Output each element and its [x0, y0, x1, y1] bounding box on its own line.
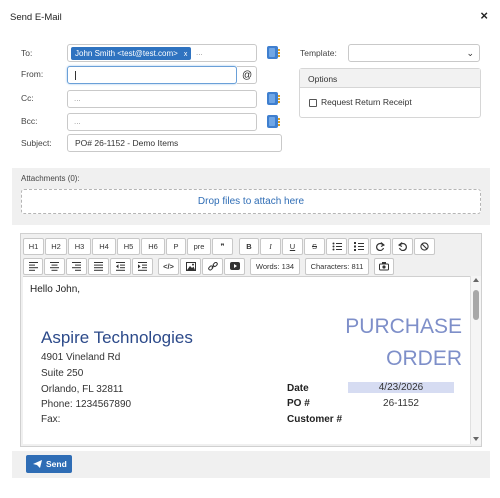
address-book-icon-cc[interactable] — [267, 92, 280, 105]
to-more: ... — [196, 48, 203, 57]
link-icon[interactable] — [202, 258, 223, 275]
cc-field[interactable]: ... — [67, 90, 257, 108]
address-line-1: 4901 Vineland Rd — [41, 352, 121, 363]
date-value: 4/23/2026 — [348, 382, 454, 393]
return-receipt-label[interactable]: Request Return Receipt — [321, 97, 412, 107]
bullet-list-icon[interactable] — [326, 238, 347, 255]
bcc-field[interactable]: ... — [67, 113, 257, 131]
toolbar-strike-button[interactable]: S — [304, 238, 325, 255]
toolbar-h6-button[interactable]: H6 — [141, 238, 165, 255]
from-at-button[interactable]: @ — [237, 66, 257, 84]
toolbar-underline-button[interactable]: U — [282, 238, 303, 255]
from-field[interactable] — [67, 66, 237, 84]
toolbar-paragraph-button[interactable]: P — [166, 238, 186, 255]
image-icon[interactable] — [180, 258, 201, 275]
chevron-down-icon: ⌄ — [466, 48, 474, 58]
toolbar-h2-button[interactable]: H2 — [45, 238, 67, 255]
toolbar-quote-button[interactable]: ❞ — [212, 238, 233, 255]
recipient-chip-label: John Smith <test@test.com> — [75, 49, 178, 58]
address-phone: Phone: 1234567890 — [41, 399, 132, 410]
align-center-icon[interactable] — [44, 258, 65, 275]
attachments-section: Attachments (0): Drop files to attach he… — [12, 168, 490, 225]
po-number-value: 26-1152 — [383, 398, 419, 409]
bcc-placeholder: ... — [74, 117, 81, 126]
to-field[interactable]: John Smith <test@test.com> x ... — [67, 44, 257, 62]
template-select[interactable]: ⌄ — [348, 44, 480, 62]
indent-icon[interactable] — [132, 258, 153, 275]
scroll-down-arrow-icon[interactable] — [473, 437, 479, 441]
at-icon: @ — [242, 70, 253, 81]
remove-recipient-icon[interactable]: x — [184, 51, 188, 58]
redo-icon[interactable] — [370, 238, 391, 255]
address-book-icon-bcc[interactable] — [267, 115, 280, 128]
dialog-title: Send E-Mail — [10, 12, 62, 23]
address-fax: Fax: — [41, 414, 61, 425]
from-label: From: — [21, 69, 44, 79]
video-icon[interactable] — [224, 258, 245, 275]
attachment-dropzone[interactable]: Drop files to attach here — [21, 189, 481, 214]
bcc-label: Bcc: — [21, 116, 38, 126]
settings-icon[interactable] — [374, 258, 394, 275]
editor-content[interactable]: Hello John, Aspire Technologies 4901 Vin… — [23, 276, 470, 444]
template-label: Template: — [300, 48, 337, 58]
return-receipt-checkbox[interactable] — [309, 99, 317, 107]
cc-label: Cc: — [21, 93, 34, 103]
attachments-label: Attachments (0): — [21, 174, 80, 183]
toolbar-italic-button[interactable]: I — [260, 238, 281, 255]
subject-label: Subject: — [21, 138, 52, 148]
subject-field[interactable]: PO# 26-1152 - Demo Items — [67, 134, 282, 152]
undo-icon[interactable] — [392, 238, 413, 255]
align-justify-icon[interactable] — [88, 258, 109, 275]
options-panel: Options Request Return Receipt — [299, 68, 481, 118]
company-name: Aspire Technologies — [41, 328, 193, 347]
address-line-2: Suite 250 — [41, 368, 84, 379]
text-caret — [75, 71, 76, 80]
send-button-label: Send — [46, 459, 67, 469]
outdent-icon[interactable] — [110, 258, 131, 275]
word-count: Words: 134 — [250, 258, 300, 275]
date-label: Date — [287, 383, 309, 394]
send-button[interactable]: Send — [26, 455, 72, 473]
recipient-chip[interactable]: John Smith <test@test.com> x — [71, 47, 192, 60]
numbered-list-icon[interactable] — [348, 238, 369, 255]
toolbar-bold-button[interactable]: B — [239, 238, 259, 255]
cc-placeholder: ... — [74, 94, 81, 103]
clear-format-icon[interactable] — [414, 238, 435, 255]
close-icon[interactable]: × — [480, 8, 488, 23]
toolbar-h4-button[interactable]: H4 — [92, 238, 116, 255]
toolbar-h1-button[interactable]: H1 — [23, 238, 44, 255]
rich-text-editor: H1 H2 H3 H4 H5 H6 P pre ❞ B I U S </> Wo… — [20, 233, 482, 447]
send-icon — [33, 460, 42, 468]
document-title-line-1: PURCHASE — [345, 315, 462, 338]
scroll-up-arrow-icon[interactable] — [473, 278, 479, 282]
align-right-icon[interactable] — [66, 258, 87, 275]
to-label: To: — [21, 48, 33, 58]
address-line-3: Orlando, FL 32811 — [41, 384, 124, 395]
toolbar-pre-button[interactable]: pre — [187, 238, 211, 255]
align-left-icon[interactable] — [23, 258, 43, 275]
toolbar-h3-button[interactable]: H3 — [68, 238, 91, 255]
po-number-label: PO # — [287, 398, 310, 409]
scrollbar-thumb[interactable] — [473, 290, 479, 320]
character-count: Characters: 811 — [305, 258, 369, 275]
customer-number-label: Customer # — [287, 414, 343, 425]
options-title: Options — [300, 69, 480, 88]
email-greeting: Hello John, — [30, 284, 81, 295]
editor-scrollbar[interactable] — [470, 276, 481, 444]
code-view-button[interactable]: </> — [158, 258, 179, 275]
address-book-icon-to[interactable] — [267, 46, 280, 59]
toolbar-h5-button[interactable]: H5 — [117, 238, 140, 255]
dialog-footer: Send — [12, 451, 490, 478]
document-title-line-2: ORDER — [386, 347, 462, 370]
